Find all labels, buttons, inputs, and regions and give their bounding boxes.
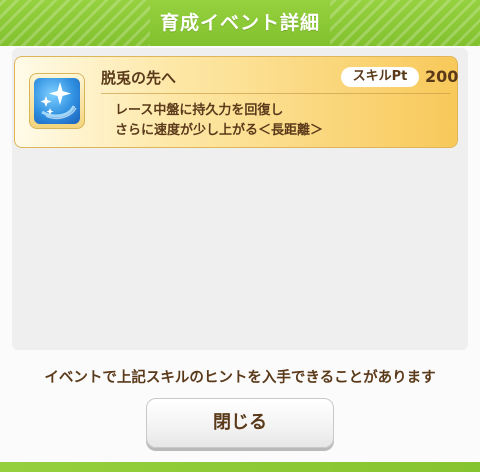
skill-pt-label: スキルPt: [341, 67, 419, 87]
dialog-title: 育成イベント詳細: [159, 12, 320, 34]
event-title: 脱兎の先へ: [101, 69, 177, 87]
event-detail-dialog: 育成イベント詳細 脱兎の先へ スキルPt 200 レース中盤に持久力を回復し さ…: [0, 0, 480, 472]
hint-message: イベントで上記スキルのヒントを入手できることがあります: [44, 370, 436, 386]
sparkle-skill-icon: [34, 78, 80, 124]
card-divider: [101, 93, 451, 94]
skill-icon-frame: [29, 73, 85, 129]
skill-description-line-1: レース中盤に持久力を回復し: [115, 103, 284, 118]
bottom-accent-bar: [0, 462, 480, 472]
dialog-header: 育成イベント詳細: [0, 0, 480, 46]
skill-pt-value: 200: [425, 67, 459, 86]
skill-event-card: 脱兎の先へ スキルPt 200 レース中盤に持久力を回復し さらに速度が少し上が…: [14, 56, 458, 148]
skill-description-line-2: さらに速度が少し上がる＜長距離＞: [115, 123, 324, 138]
close-button[interactable]: 閉じる: [146, 398, 334, 448]
